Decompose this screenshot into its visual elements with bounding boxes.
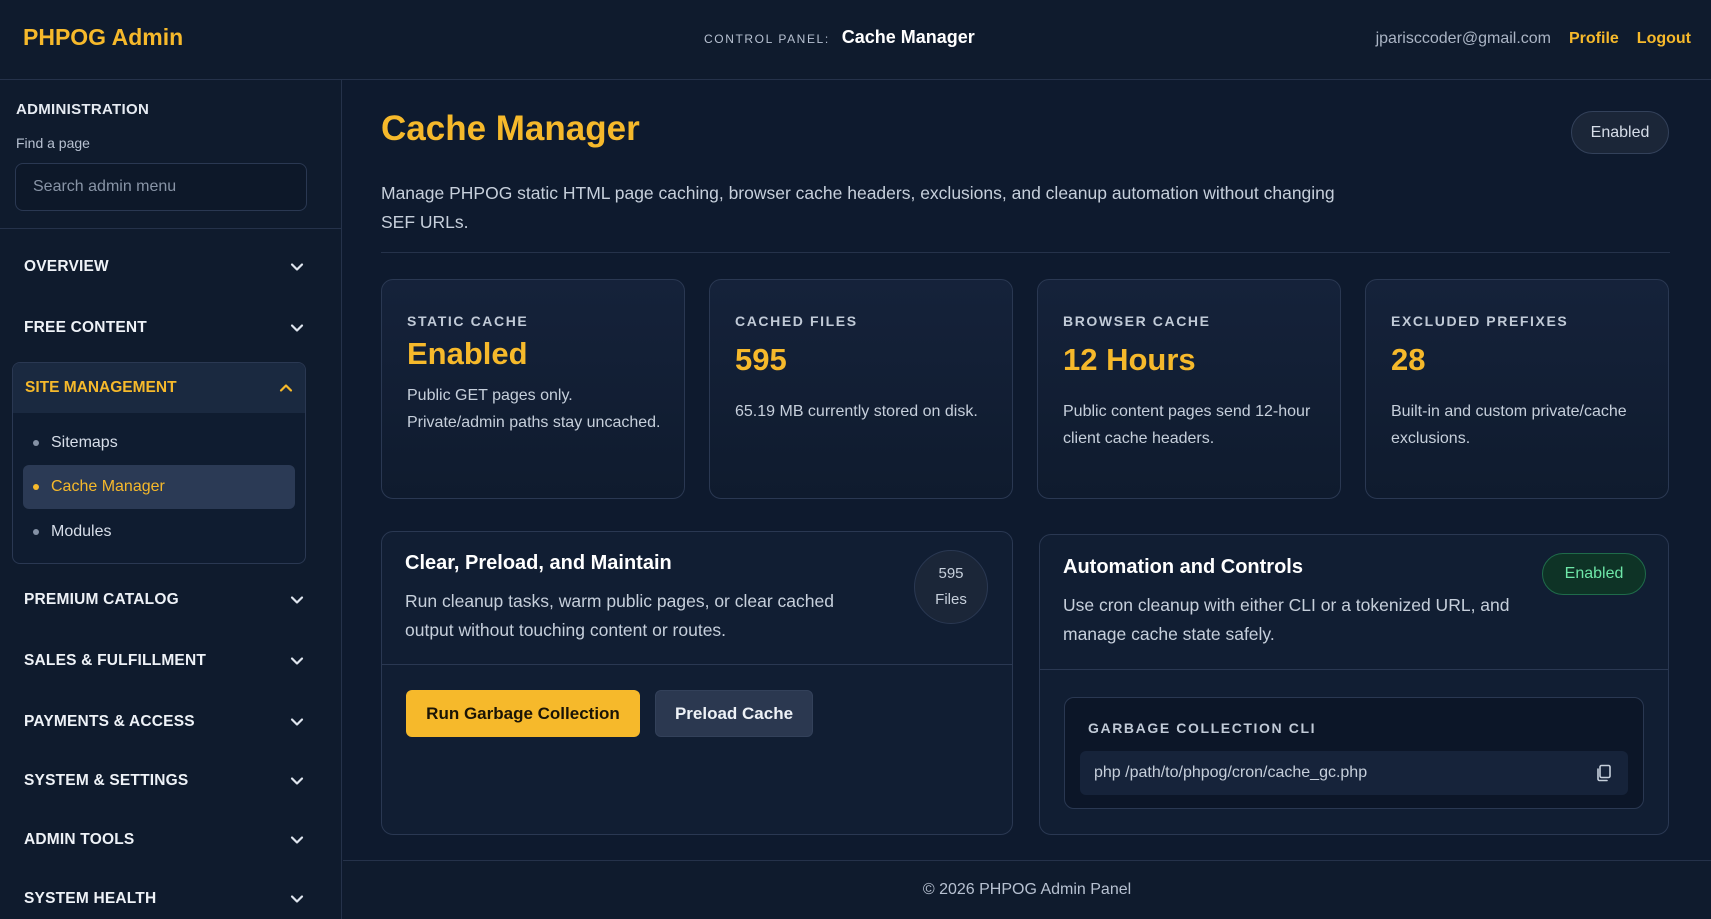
sidebar-item-label: PREMIUM CATALOG [24,591,179,608]
sidebar-section-title: ADMINISTRATION [16,101,150,118]
sidebar-item-label: SITE MANAGEMENT [25,379,177,396]
footer: © 2026 PHPOG Admin Panel [343,860,1711,919]
cli-command-field[interactable]: php /path/to/phpog/cron/cache_gc.php [1080,751,1628,795]
maintain-panel-header: Clear, Preload, and Maintain Run cleanup… [382,532,1012,665]
stat-description: Built-in and custom private/cache exclus… [1391,403,1627,447]
stat-value: 595 [735,342,787,377]
preload-cache-button[interactable]: Preload Cache [655,690,813,737]
stat-description: Public GET pages only. Private/admin pat… [407,387,661,431]
automation-panel: Automation and Controls Use cron cleanup… [1039,534,1669,835]
maintain-panel-description: Run cleanup tasks, warm public pages, or… [405,591,834,640]
find-page-label: Find a page [16,135,90,151]
automation-panel-header: Automation and Controls Use cron cleanup… [1040,535,1668,670]
sidebar-item-overview[interactable]: OVERVIEW [24,252,304,282]
sidebar-subitem-label: Modules [51,523,112,540]
maintain-panel: Clear, Preload, and Maintain Run cleanup… [381,531,1013,835]
sidebar: ADMINISTRATION Find a page OVERVIEW FREE… [0,80,342,919]
stat-description: Public content pages send 12-hour client… [1063,403,1311,447]
cli-label: GARBAGE COLLECTION CLI [1088,720,1317,736]
control-panel-heading: CONTROL PANEL: Cache Manager [704,27,975,48]
sidebar-subitem-sitemaps[interactable]: Sitemaps [23,421,295,465]
page-description: Manage PHPOG static HTML page caching, b… [381,183,1335,232]
user-area: jparisccoder@gmail.com Profile Logout [1376,30,1691,48]
chevron-down-icon [290,657,304,665]
files-unit: Files [935,591,967,608]
chevron-down-icon [290,777,304,785]
maintain-panel-title: Clear, Preload, and Maintain [405,552,672,574]
search-admin-menu-input[interactable] [15,163,307,211]
bullet-icon [33,440,39,446]
sidebar-item-label: FREE CONTENT [24,319,147,336]
sidebar-item-label: SALES & FULFILLMENT [24,652,207,669]
run-garbage-collection-button[interactable]: Run Garbage Collection [406,690,640,737]
sidebar-item-premium-catalog[interactable]: PREMIUM CATALOG [24,585,304,615]
stat-value: 28 [1391,342,1426,377]
files-count: 595 [938,565,964,582]
cache-status-badge: Enabled [1571,111,1669,154]
stat-card-static-cache: STATIC CACHE Enabled Public GET pages on… [381,279,685,499]
chevron-down-icon [290,836,304,844]
stat-label: STATIC CACHE [407,313,529,329]
cli-command-box: GARBAGE COLLECTION CLI php /path/to/phpo… [1064,697,1644,809]
sidebar-item-system-settings[interactable]: SYSTEM & SETTINGS [24,766,304,796]
sidebar-group-site-management: SITE MANAGEMENT Sitemaps Cache Manager M… [12,362,306,564]
profile-link[interactable]: Profile [1569,30,1619,48]
stat-description: 65.19 MB currently stored on disk. [735,403,978,420]
chevron-up-icon [279,384,293,392]
stat-card-excluded-prefixes: EXCLUDED PREFIXES 28 Built-in and custom… [1365,279,1669,499]
sidebar-subitem-modules[interactable]: Modules [23,510,295,554]
brand-logo[interactable]: PHPOG Admin [23,24,183,51]
stat-label: CACHED FILES [735,313,858,329]
control-panel-label: CONTROL PANEL: [704,32,830,46]
sidebar-subitem-label: Cache Manager [51,478,165,495]
copy-icon[interactable] [1594,763,1614,783]
stat-label: BROWSER CACHE [1063,313,1211,329]
sidebar-item-label: SYSTEM HEALTH [24,890,157,907]
stat-card-browser-cache: BROWSER CACHE 12 Hours Public content pa… [1037,279,1341,499]
sidebar-item-label: PAYMENTS & ACCESS [24,713,195,730]
chevron-down-icon [290,324,304,332]
content-divider [381,252,1670,253]
footer-copyright: © 2026 PHPOG Admin Panel [922,881,1132,898]
control-panel-title: Cache Manager [841,27,975,47]
sidebar-item-site-management[interactable]: SITE MANAGEMENT [13,363,305,413]
sidebar-divider [0,228,342,229]
sidebar-item-payments-access[interactable]: PAYMENTS & ACCESS [24,707,304,737]
user-email: jparisccoder@gmail.com [1375,30,1551,47]
top-bar: PHPOG Admin CONTROL PANEL: Cache Manager… [0,0,1711,80]
chevron-down-icon [290,596,304,604]
automation-status-badge: Enabled [1542,553,1646,595]
stat-value: Enabled [407,336,528,371]
sidebar-item-free-content[interactable]: FREE CONTENT [24,313,304,343]
main-content: Cache Manager Enabled Manage PHPOG stati… [343,80,1711,860]
logout-link[interactable]: Logout [1637,30,1691,48]
chevron-down-icon [290,718,304,726]
stat-card-cached-files: CACHED FILES 595 65.19 MB currently stor… [709,279,1013,499]
stat-label: EXCLUDED PREFIXES [1391,313,1569,329]
sidebar-item-system-health[interactable]: SYSTEM HEALTH [24,884,304,914]
chevron-down-icon [290,895,304,903]
sidebar-item-sales-fulfillment[interactable]: SALES & FULFILLMENT [24,646,304,676]
sidebar-item-label: ADMIN TOOLS [24,831,135,848]
stat-value: 12 Hours [1063,342,1196,377]
sidebar-subitem-cache-manager[interactable]: Cache Manager [23,465,295,509]
bullet-icon [33,484,39,490]
chevron-down-icon [290,263,304,271]
cli-command-text: php /path/to/phpog/cron/cache_gc.php [1094,764,1368,781]
sidebar-item-admin-tools[interactable]: ADMIN TOOLS [24,825,304,855]
automation-panel-description: Use cron cleanup with either CLI or a to… [1063,595,1510,644]
sidebar-subitem-label: Sitemaps [51,434,118,451]
page-title: Cache Manager [381,109,640,148]
cached-files-count-badge: 595 Files [914,550,988,624]
automation-panel-title: Automation and Controls [1063,556,1303,578]
sidebar-item-label: SYSTEM & SETTINGS [24,772,189,789]
bullet-icon [33,529,39,535]
sidebar-item-label: OVERVIEW [24,258,109,275]
